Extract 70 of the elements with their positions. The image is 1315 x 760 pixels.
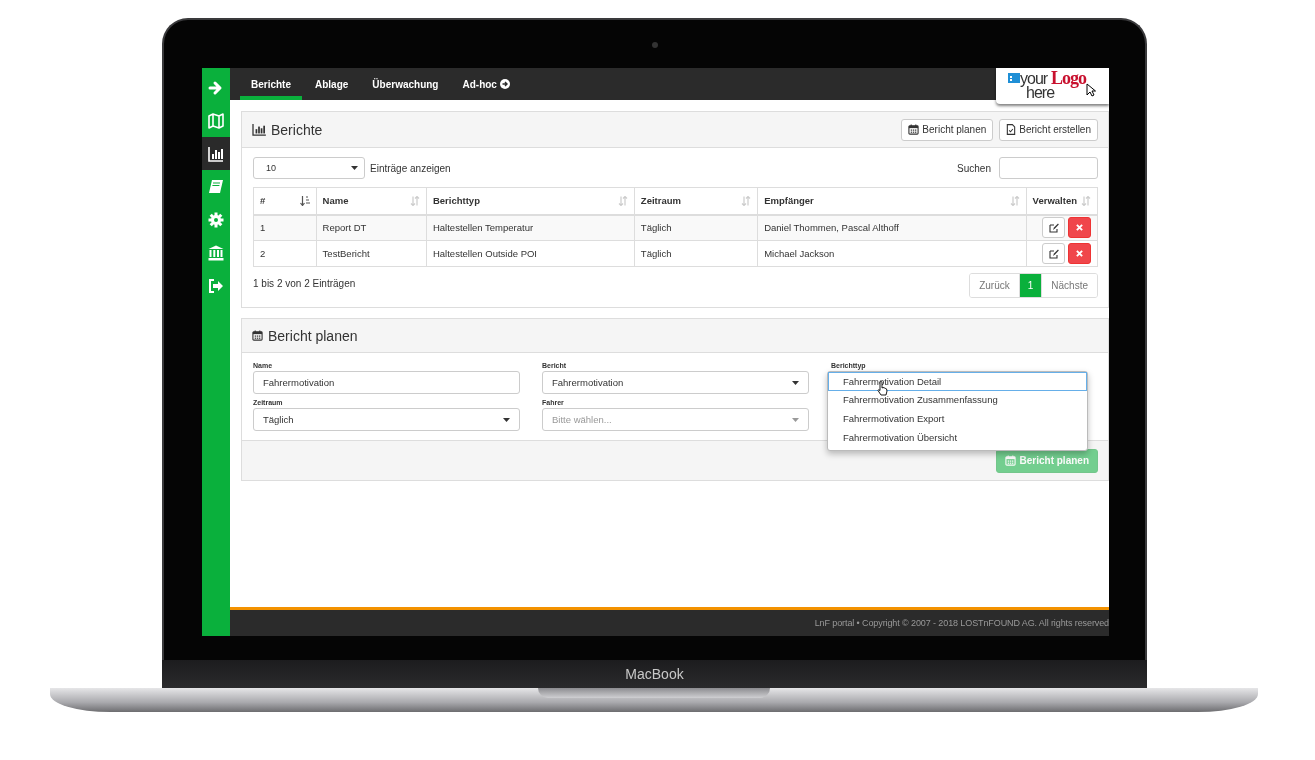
panel-title: Bericht planen: [268, 327, 358, 344]
table-cell: Michael Jackson: [764, 248, 835, 259]
page-size-label: Einträge anzeigen: [370, 162, 451, 174]
search-field[interactable]: [999, 157, 1098, 179]
document-icon: [1006, 124, 1017, 135]
caret-icon: [351, 166, 358, 170]
sidebar-item[interactable]: [202, 137, 230, 170]
delete-button[interactable]: [1068, 217, 1091, 239]
caret-icon: [792, 417, 799, 422]
sign-out-icon: [208, 277, 224, 294]
pagination-button[interactable]: Nächste: [1041, 274, 1097, 297]
nav-tab[interactable]: Überwachung: [361, 68, 450, 100]
select-field[interactable]: Fahrermotivation: [542, 371, 809, 394]
table-cell: Täglich: [640, 248, 672, 259]
nav-tab[interactable]: Ablage: [304, 68, 360, 100]
camera-dot: [652, 42, 658, 48]
nav-tab[interactable]: Berichte: [240, 68, 302, 100]
header-button[interactable]: Bericht planen: [901, 118, 994, 141]
arrow-circle-icon: [499, 79, 510, 89]
bar-chart-icon: [208, 145, 224, 162]
table-cell: Täglich: [640, 222, 672, 234]
caret-icon: [503, 417, 510, 422]
column-header[interactable]: Zeitraum: [640, 195, 681, 207]
column-header[interactable]: #: [260, 195, 266, 207]
logo-text: your: [1020, 71, 1048, 87]
bank-icon: [208, 244, 224, 261]
edit-icon: [1048, 222, 1059, 233]
book-icon: [208, 178, 224, 195]
calendar-icon: [1004, 455, 1016, 466]
dropdown-option[interactable]: Fahrermotivation Export: [828, 409, 1087, 428]
table-cell: TestBericht: [322, 248, 370, 259]
table-info: 1 bis 2 von 2 Einträgen: [253, 278, 357, 289]
column-header[interactable]: Berichttyp: [432, 195, 480, 207]
edit-button[interactable]: [1042, 243, 1065, 264]
column-header[interactable]: Name: [322, 195, 349, 207]
nav-tab[interactable]: Ad-hoc: [451, 68, 521, 100]
gear-icon: [208, 211, 224, 228]
pointer-cursor-icon: [1086, 83, 1096, 97]
caret-icon: [792, 380, 799, 385]
map-icon: [208, 112, 224, 129]
table-cell: 1: [260, 222, 266, 234]
table-cell: Haltestellen Outside POI: [432, 248, 537, 259]
dropdown-option[interactable]: Fahrermotivation Detail: [828, 372, 1087, 391]
close-icon: [1076, 224, 1083, 232]
calendar-icon: [252, 330, 263, 341]
dropdown-option[interactable]: Fahrermotivation Übersicht: [828, 427, 1087, 447]
table-cell: Haltestellen Temperatur: [432, 222, 534, 234]
delete-button[interactable]: [1068, 243, 1091, 264]
logo-text: Logo: [1051, 69, 1086, 87]
select-field[interactable]: Täglich: [253, 408, 520, 431]
logo-text: here: [1026, 85, 1055, 101]
dropdown-option[interactable]: Fahrermotivation Zusammenfassung: [828, 390, 1087, 410]
calendar-icon: [908, 124, 920, 135]
table-cell: Daniel Thommen, Pascal Althoff: [764, 222, 899, 234]
column-header[interactable]: Empfänger: [764, 195, 814, 207]
arrow-right-icon: [208, 79, 224, 96]
copyright-text: LnF portal • Copyright © 2007 - 2018 LOSTnFOUND AG. All rights reserved: [814, 618, 1109, 628]
logo-square-icon: [1008, 73, 1020, 83]
table-cell: 2: [260, 248, 266, 259]
edit-button[interactable]: [1042, 217, 1065, 239]
device-label: MacBook: [625, 666, 684, 682]
table-cell: Report DT: [322, 222, 367, 234]
bar-chart-icon: [252, 123, 266, 136]
search-label: Suchen: [957, 162, 991, 174]
panel-title: Berichte: [271, 121, 323, 138]
text-field[interactable]: Fahrermotivation: [253, 371, 520, 394]
page-size-select[interactable]: 10: [253, 157, 365, 179]
edit-icon: [1048, 248, 1059, 259]
header-button[interactable]: Bericht erstellen: [999, 118, 1098, 141]
close-icon: [1076, 250, 1083, 257]
